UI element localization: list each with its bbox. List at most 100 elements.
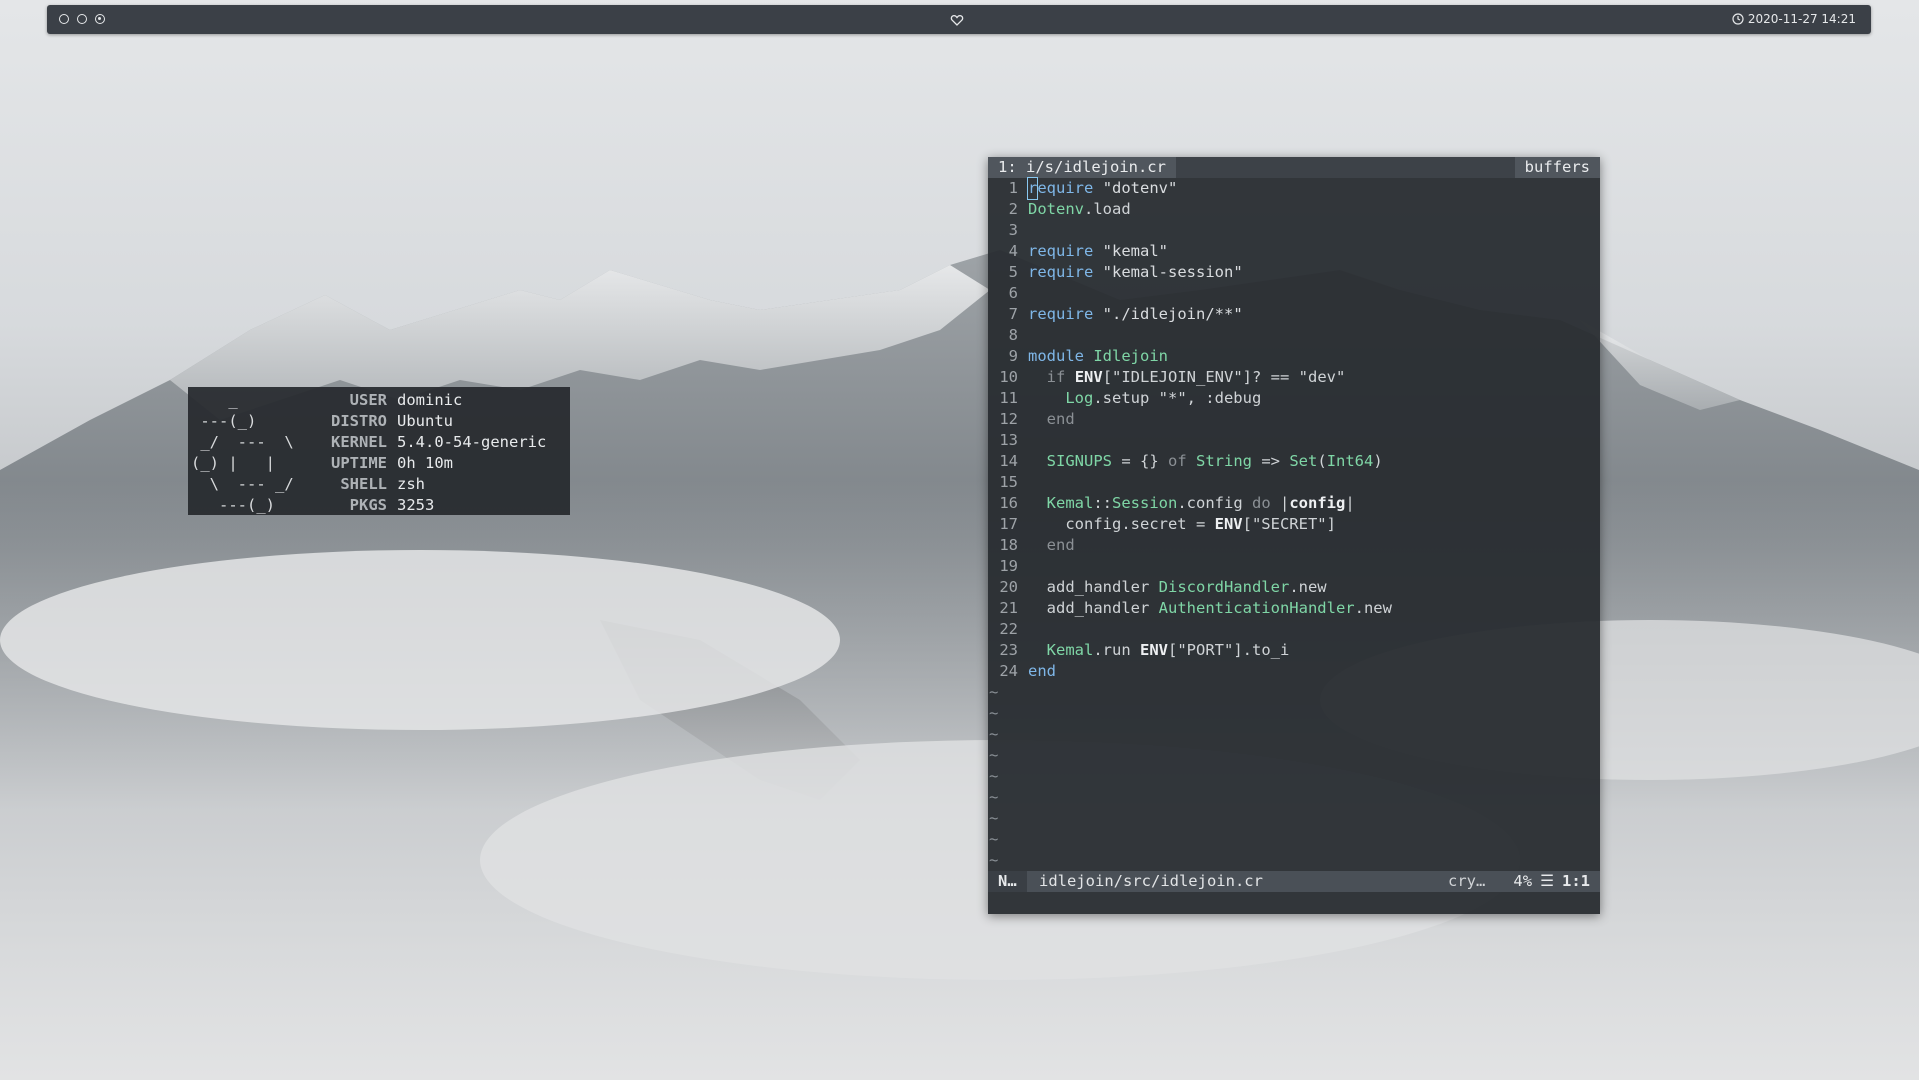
info-key: UPTIME bbox=[331, 454, 387, 472]
code-token: Kemal bbox=[1046, 641, 1094, 659]
code-line[interactable]: 18 end bbox=[988, 535, 1600, 556]
code-line[interactable]: 10 if ENV["IDLEJOIN_ENV"]? == "dev" bbox=[988, 367, 1600, 388]
vim-editor-window[interactable]: 1: i/s/idlejoin.cr buffers 1 require "dot… bbox=[988, 157, 1600, 914]
empty-line-tilde: ~ bbox=[989, 809, 999, 827]
code-token: end bbox=[1028, 662, 1056, 680]
buffers-label: buffers bbox=[1514, 157, 1600, 178]
code-token: require bbox=[1028, 263, 1094, 281]
code-line[interactable]: 17 config.secret = ENV["SECRET"] bbox=[988, 514, 1600, 535]
code-line[interactable]: 23 Kemal.run ENV["PORT"].to_i bbox=[988, 640, 1600, 661]
code-line[interactable]: 14 SIGNUPS = {} of String => Set(Int64) bbox=[988, 451, 1600, 472]
text-cursor: r bbox=[1026, 177, 1039, 200]
info-key: PKGS bbox=[349, 496, 387, 514]
code-line[interactable]: 15 bbox=[988, 472, 1600, 493]
line-number: 24 bbox=[999, 662, 1018, 680]
line-text bbox=[1028, 619, 1600, 640]
code-line[interactable]: 1 require "dotenv" bbox=[988, 177, 1600, 200]
tab-idlejoin[interactable]: 1: i/s/idlejoin.cr bbox=[988, 157, 1176, 178]
code-line[interactable]: 21 add_handler AuthenticationHandler.new bbox=[988, 598, 1600, 619]
code-token: of bbox=[1168, 452, 1187, 470]
line-number: 5 bbox=[1008, 263, 1018, 281]
line-text: end bbox=[1028, 409, 1600, 430]
system-info: USER dominic DISTRO Ubuntu KERNEL 5.4.0-54-ge… bbox=[313, 390, 546, 516]
code-token: Dotenv bbox=[1028, 200, 1084, 218]
empty-line-tilde: ~ bbox=[989, 683, 999, 701]
code-line[interactable]: 13 bbox=[988, 430, 1600, 451]
info-value: 5.4.0-54-generic bbox=[397, 433, 547, 451]
code-line[interactable]: 6 bbox=[988, 283, 1600, 304]
workspace-2-button[interactable] bbox=[77, 14, 87, 24]
code-token: "dotenv" bbox=[1102, 179, 1178, 197]
line-text bbox=[1028, 283, 1600, 304]
line-text: Kemal::Session.config do |config| bbox=[1028, 493, 1600, 514]
heart-icon[interactable] bbox=[950, 13, 964, 27]
line-number: 20 bbox=[999, 578, 1018, 596]
code-line[interactable]: 16 Kemal::Session.config do |config| bbox=[988, 493, 1600, 514]
code-token: Int64 bbox=[1326, 452, 1374, 470]
code-line[interactable]: 20 add_handler DiscordHandler.new bbox=[988, 577, 1600, 598]
line-text: Dotenv.load bbox=[1028, 199, 1600, 220]
code-token: | bbox=[1345, 494, 1355, 512]
code-token: ) bbox=[1373, 452, 1383, 470]
code-token: DiscordHandler bbox=[1158, 578, 1290, 596]
code-token: ["IDLEJOIN_ENV"]? == "dev" bbox=[1102, 368, 1346, 386]
empty-line-tilde: ~ bbox=[989, 851, 999, 869]
info-row-kernel: KERNEL 5.4.0-54-generic bbox=[313, 432, 546, 453]
code-line[interactable]: 22 bbox=[988, 619, 1600, 640]
line-icon: ☰ bbox=[1540, 872, 1554, 890]
neofetch-terminal[interactable]: _ ---(_) _/ --- \ (_) | | \ --- _/ ---(_… bbox=[188, 387, 570, 515]
code-token: Session bbox=[1112, 494, 1178, 512]
command-line[interactable] bbox=[988, 892, 1600, 914]
workspace-1-button[interactable] bbox=[59, 14, 69, 24]
line-text bbox=[1028, 430, 1600, 451]
code-line[interactable]: 11 Log.setup "*", :debug bbox=[988, 388, 1600, 409]
info-row-pkgs: PKGS 3253 bbox=[313, 495, 546, 516]
line-text: require "dotenv" bbox=[1026, 177, 1600, 200]
code-token: .run bbox=[1093, 641, 1141, 659]
code-token: require bbox=[1028, 305, 1094, 323]
line-text: require "./idlejoin/**" bbox=[1028, 304, 1600, 325]
code-token: add_handler bbox=[1028, 599, 1159, 617]
code-token: Log bbox=[1065, 389, 1094, 407]
code-token: SIGNUPS bbox=[1046, 452, 1112, 470]
code-line[interactable]: 19 bbox=[988, 556, 1600, 577]
status-percent: 4% bbox=[1513, 872, 1533, 890]
code-line[interactable]: 2 Dotenv.load bbox=[988, 199, 1600, 220]
code-line[interactable]: 24 end bbox=[988, 661, 1600, 682]
code-area[interactable]: 1 require "dotenv" 2 Dotenv.load 3 4 require "… bbox=[988, 177, 1600, 682]
line-number: 15 bbox=[999, 473, 1018, 491]
code-line[interactable]: 9 module Idlejoin bbox=[988, 346, 1600, 367]
code-line[interactable]: 7 require "./idlejoin/**" bbox=[988, 304, 1600, 325]
code-line[interactable]: 5 require "kemal-session" bbox=[988, 262, 1600, 283]
tabline: 1: i/s/idlejoin.cr buffers bbox=[988, 157, 1600, 178]
code-token: = {} bbox=[1112, 452, 1168, 470]
code-line[interactable]: 12 end bbox=[988, 409, 1600, 430]
code-line[interactable]: 3 bbox=[988, 220, 1600, 241]
workspace-3-button[interactable] bbox=[95, 14, 105, 24]
info-key: USER bbox=[349, 391, 387, 409]
clock[interactable]: 2020-11-27 14:21 bbox=[1732, 12, 1856, 26]
empty-line-tilde: ~ bbox=[989, 746, 999, 764]
status-position: 4% ☰ 1:1 bbox=[1513, 871, 1590, 892]
info-row-uptime: UPTIME 0h 10m bbox=[313, 453, 546, 474]
code-line[interactable]: 4 require "kemal" bbox=[988, 241, 1600, 262]
line-text: end bbox=[1028, 661, 1600, 682]
status-filetype: cry… bbox=[1448, 872, 1486, 890]
line-number: 14 bbox=[999, 452, 1018, 470]
statusline: N… idlejoin/src/idlejoin.cr cry… 4% ☰ 1:… bbox=[988, 871, 1600, 892]
code-line[interactable]: 8 bbox=[988, 325, 1600, 346]
empty-line-tilde: ~ bbox=[989, 704, 999, 722]
line-number: 16 bbox=[999, 494, 1018, 512]
info-row-distro: DISTRO Ubuntu bbox=[313, 411, 546, 432]
info-row-shell: SHELL zsh bbox=[313, 474, 546, 495]
